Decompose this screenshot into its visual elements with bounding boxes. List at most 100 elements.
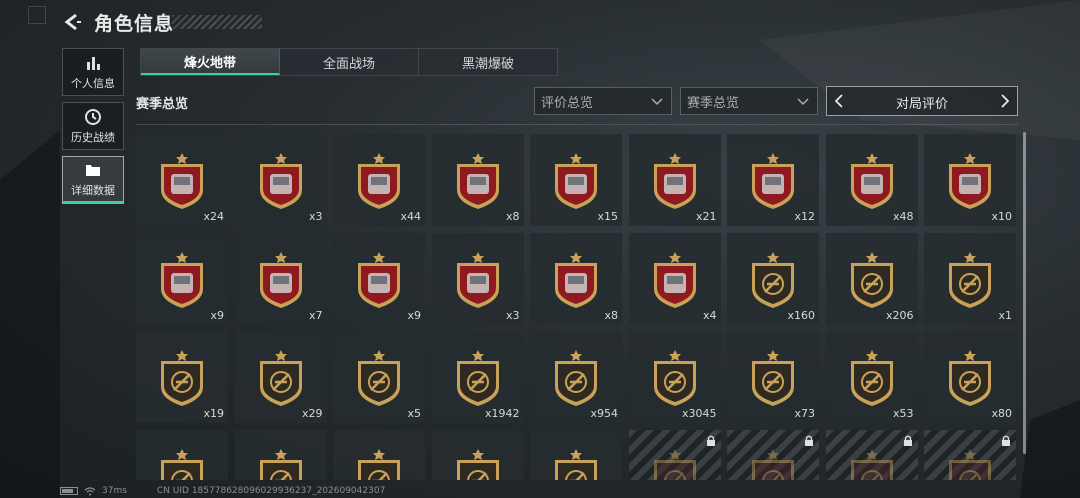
wifi-icon	[84, 486, 96, 495]
badge-cell[interactable]: x3	[431, 232, 524, 325]
nav-item-personal[interactable]: 个人信息	[62, 48, 124, 96]
nav-item-history[interactable]: 历史战绩	[62, 102, 124, 150]
badge-cell[interactable]	[136, 429, 228, 480]
header: 角色信息	[0, 0, 1080, 44]
badge-cell[interactable]: x9	[136, 232, 228, 325]
crosshair-rifle-icon	[850, 251, 893, 308]
badge-cell[interactable]	[530, 429, 622, 480]
scrollbar[interactable]	[1023, 132, 1026, 454]
tab-warzone[interactable]: 烽火地带	[141, 49, 280, 75]
badge-cell[interactable]: x8	[431, 134, 524, 226]
rating-pager: 对局评价	[826, 86, 1018, 116]
badge-count: x1942	[484, 407, 520, 420]
badge-cell[interactable]: x8	[530, 232, 622, 325]
badge-count: x9	[210, 308, 224, 322]
tab-blackout[interactable]: 黑潮爆破	[419, 49, 557, 75]
chevron-right-icon[interactable]	[999, 94, 1011, 108]
circuit-icon	[850, 153, 893, 209]
badge-cell[interactable]: x15	[530, 134, 622, 226]
skull-icon	[456, 448, 499, 480]
shield-star-icon	[456, 350, 499, 406]
badge-cell[interactable]: x44	[333, 134, 425, 226]
shield-star-icon	[358, 350, 400, 406]
badge-cell[interactable]	[825, 429, 918, 480]
badge-count: x19	[203, 407, 224, 420]
badge-cell[interactable]: x24	[136, 134, 228, 226]
badge-count: x15	[597, 210, 618, 223]
badge-count: x80	[991, 407, 1012, 420]
status-footer: 37ms CN UID 18577862809602993623​7_20260…	[60, 484, 385, 498]
lock-icon	[903, 435, 912, 446]
hood-icon	[949, 350, 991, 406]
tab-battlefield[interactable]: 全面战场	[280, 49, 419, 75]
badge-cell[interactable]	[924, 429, 1016, 480]
statue-icon	[653, 251, 696, 308]
badge-cell[interactable]: x206	[825, 232, 918, 325]
mode-tabs: 烽火地带 全面战场 黑潮爆破	[140, 48, 558, 76]
folder-icon	[86, 164, 100, 176]
wreath-icon	[752, 350, 794, 406]
tank-icon	[358, 153, 400, 209]
badge-cell[interactable]: x80	[924, 331, 1016, 423]
badge-cell[interactable]: x53	[825, 331, 918, 423]
badge-cell[interactable]	[333, 429, 425, 480]
badge-cell[interactable]: x19	[136, 331, 228, 423]
lock-icon	[850, 448, 893, 480]
badge-cell[interactable]: x10	[924, 134, 1016, 226]
badge-cell[interactable]	[628, 429, 721, 480]
badge-cell[interactable]: x21	[628, 134, 721, 226]
skull-icon	[259, 448, 302, 480]
plate-icon	[653, 153, 696, 209]
emblem-icon	[653, 350, 696, 406]
soldier-icon	[850, 350, 893, 406]
badge-cell[interactable]: x73	[727, 331, 819, 423]
badge-count: x3045	[681, 407, 717, 420]
bar-chart-icon	[87, 56, 100, 70]
badge-cell[interactable]: x4	[628, 232, 721, 325]
badge-cell[interactable]: x1	[924, 232, 1016, 325]
nav-label: 个人信息	[71, 76, 115, 90]
badge-cell[interactable]: x9	[333, 232, 425, 325]
badge-cell[interactable]: x29	[234, 331, 327, 423]
badge-count: x48	[892, 210, 914, 223]
badge-cell[interactable]: x1942	[431, 331, 524, 423]
badge-count: x1	[998, 308, 1012, 322]
badge-cell[interactable]: x160	[727, 232, 819, 325]
badge-cell[interactable]: x48	[825, 134, 918, 226]
page-title: 角色信息	[94, 13, 175, 35]
badge-count: x3	[505, 308, 520, 322]
back-arrow-icon[interactable]	[62, 12, 82, 32]
chevron-down-icon	[651, 98, 663, 106]
chessboard-icon	[358, 251, 400, 308]
nav-label: 历史战绩	[71, 130, 115, 144]
computer-icon	[456, 153, 499, 209]
lock-icon	[752, 448, 794, 480]
lock-icon	[805, 435, 813, 446]
corner-mark	[28, 6, 46, 24]
title-decoration	[172, 15, 262, 29]
burst-icon	[555, 350, 597, 406]
badge-cell[interactable]	[234, 429, 327, 480]
shield-star-icon	[259, 350, 302, 406]
skull-icon	[555, 448, 597, 480]
badge-cell[interactable]: x7	[234, 232, 327, 325]
badge-count: x3	[308, 210, 323, 223]
badge-count: x4	[702, 308, 717, 322]
season-filter-dropdown[interactable]: 赛季总览	[680, 87, 818, 115]
badge-count: x9	[407, 308, 421, 322]
helmet-icon	[259, 251, 302, 308]
skull-icon	[161, 448, 203, 480]
device-icon	[555, 153, 597, 209]
badge-cell[interactable]	[727, 429, 819, 480]
skull-icon	[358, 448, 400, 480]
badge-cell[interactable]: x3045	[628, 331, 721, 423]
badge-cell[interactable]: x12	[727, 134, 819, 226]
badge-cell[interactable]: x954	[530, 331, 622, 423]
rating-filter-dropdown[interactable]: 评价总览	[534, 87, 672, 115]
chevron-down-icon	[797, 98, 809, 106]
badge-cell[interactable]: x3	[234, 134, 327, 226]
nav-item-details[interactable]: 详细数据	[62, 156, 124, 204]
badge-cell[interactable]: x5	[333, 331, 425, 423]
badge-cell[interactable]	[431, 429, 524, 480]
badge-count: x5	[407, 407, 421, 420]
